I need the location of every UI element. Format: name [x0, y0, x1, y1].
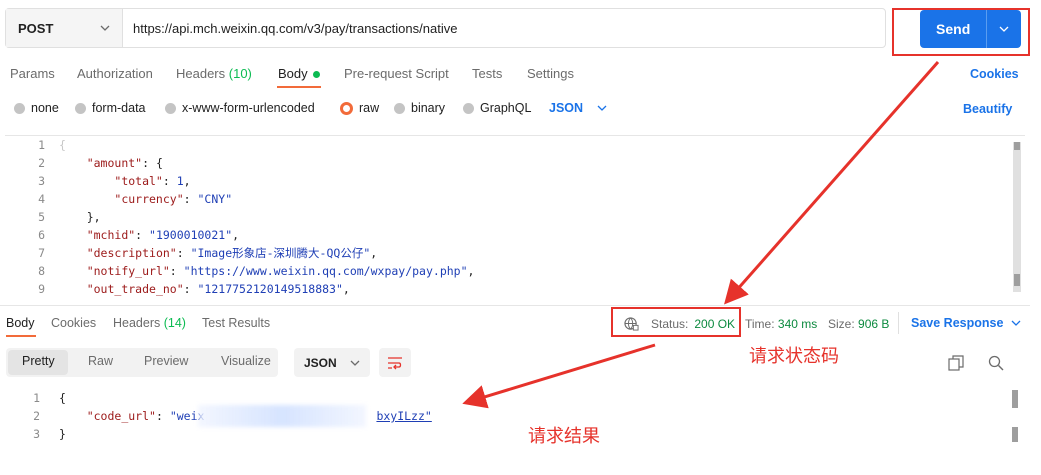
status-annotation-label: 请求状态码 [749, 346, 839, 367]
arrow-to-result [462, 343, 656, 409]
annotation-arrows [462, 61, 940, 409]
result-annotation-label: 请求结果 [528, 426, 600, 447]
arrow-to-status [724, 61, 940, 305]
